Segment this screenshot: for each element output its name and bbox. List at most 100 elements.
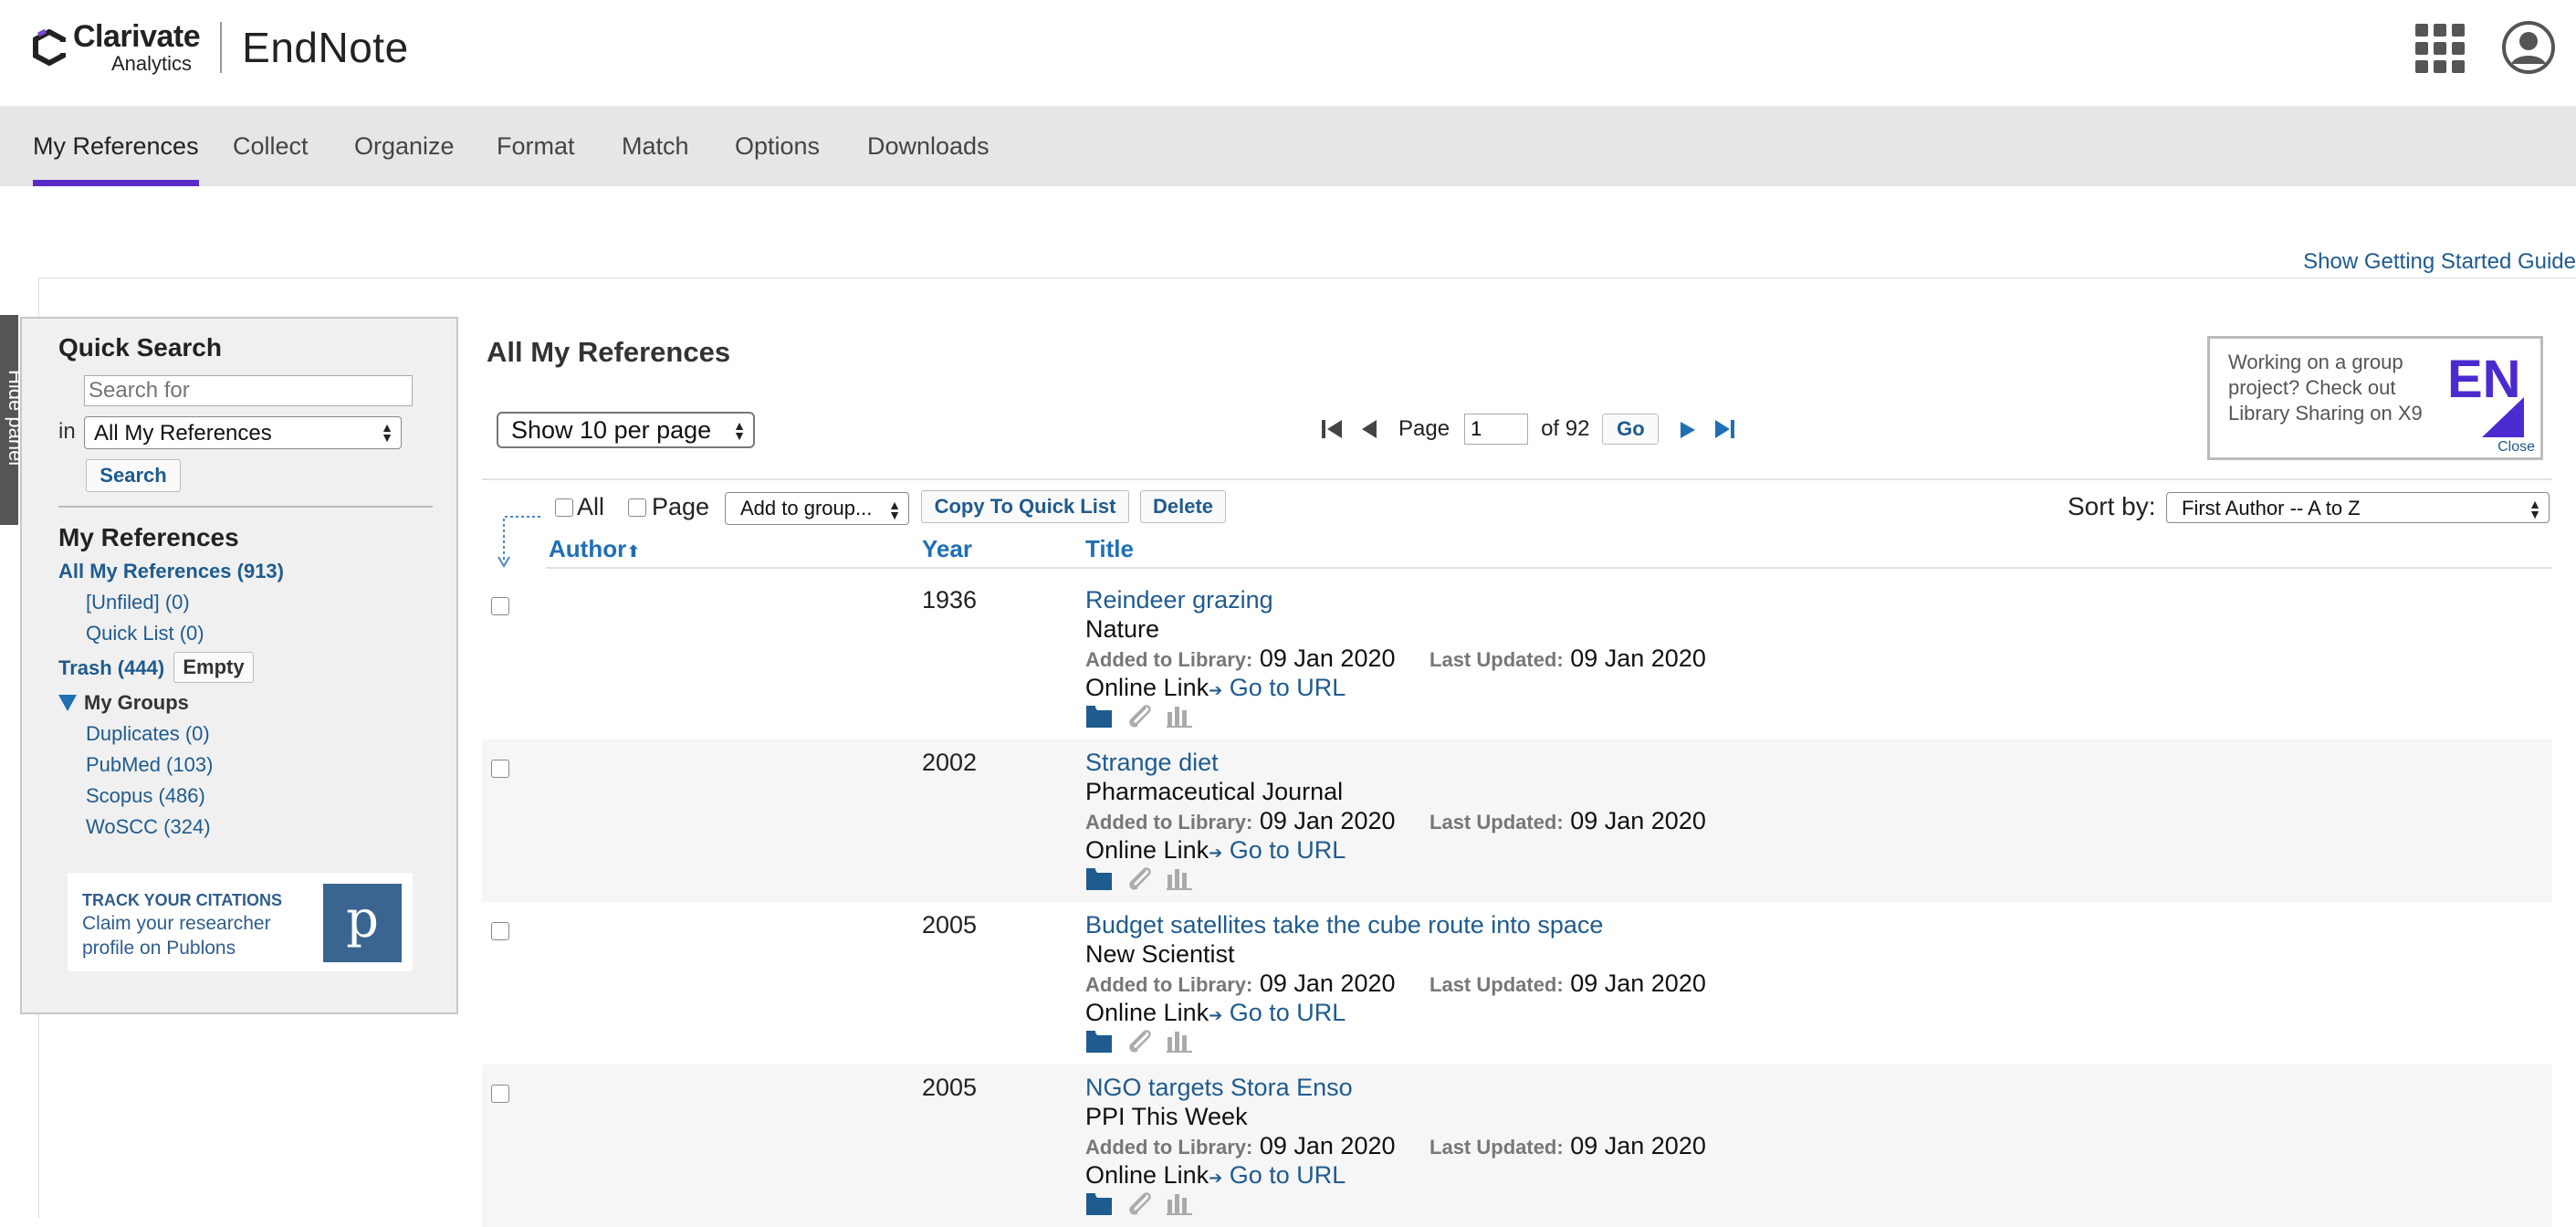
go-to-url-link[interactable]: Go to URL bbox=[1230, 1161, 1346, 1189]
trash-link[interactable]: Trash (444) bbox=[58, 656, 164, 680]
folder-icon[interactable] bbox=[1085, 1190, 1113, 1216]
delete-button[interactable]: Delete bbox=[1140, 490, 1226, 523]
per-page-select[interactable]: Show 10 per page ▲ ▼ bbox=[497, 412, 755, 448]
product-name: EndNote bbox=[242, 24, 409, 71]
added-label: Added to Library: bbox=[1085, 973, 1253, 996]
attachment-icon[interactable] bbox=[1126, 1190, 1153, 1216]
group-scopus-link[interactable]: Scopus (486) bbox=[86, 784, 205, 808]
endnote-logo: EN bbox=[2445, 350, 2526, 437]
updated-date: 09 Jan 2020 bbox=[1570, 970, 1706, 997]
reference-journal: Pharmaceutical Journal bbox=[1085, 778, 1344, 805]
reference-actions bbox=[1085, 703, 1193, 730]
ad-close-link[interactable]: Close bbox=[2497, 439, 2535, 456]
select-page-label: Page bbox=[652, 493, 710, 520]
citation-stats-icon[interactable] bbox=[1166, 1190, 1193, 1216]
search-input[interactable] bbox=[84, 375, 413, 406]
tab-collect[interactable]: Collect bbox=[233, 106, 309, 186]
reference-checkbox[interactable] bbox=[491, 922, 509, 940]
empty-trash-button[interactable]: Empty bbox=[173, 652, 254, 683]
attachment-icon[interactable] bbox=[1126, 703, 1153, 729]
tab-format[interactable]: Format bbox=[497, 106, 575, 186]
reference-year: 1936 bbox=[922, 586, 978, 614]
search-scope-select[interactable]: All My References ▲ ▼ bbox=[84, 416, 402, 449]
citation-stats-icon[interactable] bbox=[1166, 1028, 1193, 1054]
hide-panel-tab[interactable]: Hide panel bbox=[0, 315, 18, 525]
online-link-label: Online Link bbox=[1085, 1161, 1209, 1189]
column-header-divider bbox=[546, 567, 2552, 569]
go-button[interactable]: Go bbox=[1602, 414, 1660, 445]
brand-name: Clarivate bbox=[73, 19, 201, 54]
ad-text: Working on a group project? Check out Li… bbox=[2228, 351, 2423, 425]
go-to-url-link[interactable]: Go to URL bbox=[1230, 836, 1346, 864]
attachment-icon[interactable] bbox=[1126, 865, 1153, 891]
reference-year: 2005 bbox=[922, 911, 978, 939]
citation-stats-icon[interactable] bbox=[1166, 703, 1193, 729]
reference-title[interactable]: Reindeer grazing bbox=[1085, 586, 1273, 614]
reference-actions bbox=[1085, 1028, 1193, 1055]
first-page-icon[interactable] bbox=[1320, 417, 1346, 441]
attachment-icon[interactable] bbox=[1126, 1028, 1153, 1054]
folder-icon[interactable] bbox=[1085, 1028, 1113, 1054]
last-page-icon[interactable] bbox=[1712, 417, 1737, 441]
unfiled-link[interactable]: [Unfiled] (0) bbox=[86, 591, 190, 614]
folder-icon[interactable] bbox=[1085, 703, 1113, 729]
reference-year: 2005 bbox=[922, 1074, 978, 1101]
reference-title[interactable]: NGO targets Stora Enso bbox=[1085, 1074, 1353, 1102]
tab-downloads[interactable]: Downloads bbox=[867, 106, 990, 186]
copy-to-quick-list-button[interactable]: Copy To Quick List bbox=[921, 490, 1129, 523]
year-column-header[interactable]: Year bbox=[922, 535, 972, 563]
next-page-icon[interactable] bbox=[1675, 417, 1701, 441]
sort-ascending-icon: ⬆ bbox=[626, 542, 641, 561]
reference-checkbox[interactable] bbox=[491, 760, 509, 778]
tab-options[interactable]: Options bbox=[735, 106, 820, 186]
group-woscc-link[interactable]: WoSCC (324) bbox=[86, 815, 211, 839]
quick-list-link[interactable]: Quick List (0) bbox=[86, 622, 204, 645]
go-to-url-link[interactable]: Go to URL bbox=[1230, 674, 1346, 701]
tab-match[interactable]: Match bbox=[622, 106, 689, 186]
folder-icon[interactable] bbox=[1085, 865, 1113, 891]
search-scope-value: All My References bbox=[94, 421, 272, 446]
reference-checkbox[interactable] bbox=[491, 597, 509, 615]
title-column-header[interactable]: Title bbox=[1085, 535, 1134, 563]
getting-started-link[interactable]: Show Getting Started Guide bbox=[2303, 249, 2576, 275]
online-link-label: Online Link bbox=[1085, 674, 1209, 701]
reference-dates: Added to Library: 09 Jan 2020 Last Updat… bbox=[1085, 645, 1706, 673]
collapse-triangle-icon[interactable] bbox=[58, 695, 77, 711]
sort-by-value: First Author -- A to Z bbox=[2182, 497, 2361, 519]
tab-organize[interactable]: Organize bbox=[354, 106, 455, 186]
added-date: 09 Jan 2020 bbox=[1259, 970, 1396, 997]
library-sharing-ad[interactable]: Working on a group project? Check out Li… bbox=[2207, 336, 2543, 460]
reference-actions bbox=[1085, 865, 1193, 893]
updated-label: Last Updated: bbox=[1429, 1136, 1564, 1159]
reference-checkbox[interactable] bbox=[491, 1085, 509, 1103]
previous-page-icon[interactable] bbox=[1356, 417, 1382, 441]
online-link: Online Link➔ Go to URL bbox=[1085, 1161, 1346, 1190]
reference-title[interactable]: Strange diet bbox=[1085, 749, 1219, 777]
page-number-input[interactable] bbox=[1464, 414, 1529, 445]
go-to-url-link[interactable]: Go to URL bbox=[1230, 999, 1346, 1026]
online-link-label: Online Link bbox=[1085, 999, 1209, 1026]
add-to-group-select[interactable]: Add to group... ▲ ▼ bbox=[725, 492, 909, 525]
author-header-label: Author bbox=[549, 535, 627, 562]
reference-row: 1936 Reindeer grazing Nature Added to Li… bbox=[482, 577, 2552, 739]
select-page-checkbox[interactable] bbox=[628, 498, 646, 517]
search-button[interactable]: Search bbox=[86, 459, 181, 492]
account-icon[interactable] bbox=[2501, 20, 2556, 75]
apps-grid-icon[interactable] bbox=[2415, 24, 2465, 73]
page-count-label: of 92 bbox=[1541, 416, 1590, 441]
citation-stats-icon[interactable] bbox=[1166, 865, 1193, 891]
author-column-header[interactable]: Author⬆ bbox=[549, 535, 640, 563]
tab-my-references[interactable]: My References bbox=[33, 106, 199, 186]
clarivate-logo[interactable]: Clarivate Analytics EndNote bbox=[33, 20, 409, 75]
select-all-checkbox[interactable] bbox=[555, 498, 573, 517]
publons-banner[interactable]: TRACK YOUR CITATIONS Claim your research… bbox=[68, 873, 413, 971]
my-groups-label[interactable]: My Groups bbox=[84, 691, 189, 715]
group-pubmed-link[interactable]: PubMed (103) bbox=[86, 753, 213, 777]
all-references-link[interactable]: All My References (913) bbox=[58, 560, 284, 583]
group-duplicates-link[interactable]: Duplicates (0) bbox=[86, 722, 210, 746]
select-arrows-icon: ▲ ▼ bbox=[2529, 497, 2541, 521]
reference-title[interactable]: Budget satellites take the cube route in… bbox=[1085, 911, 1603, 939]
online-link: Online Link➔ Go to URL bbox=[1085, 999, 1346, 1027]
arrow-right-icon: ➔ bbox=[1209, 681, 1223, 699]
sort-by-select[interactable]: First Author -- A to Z ▲ ▼ bbox=[2166, 492, 2550, 523]
